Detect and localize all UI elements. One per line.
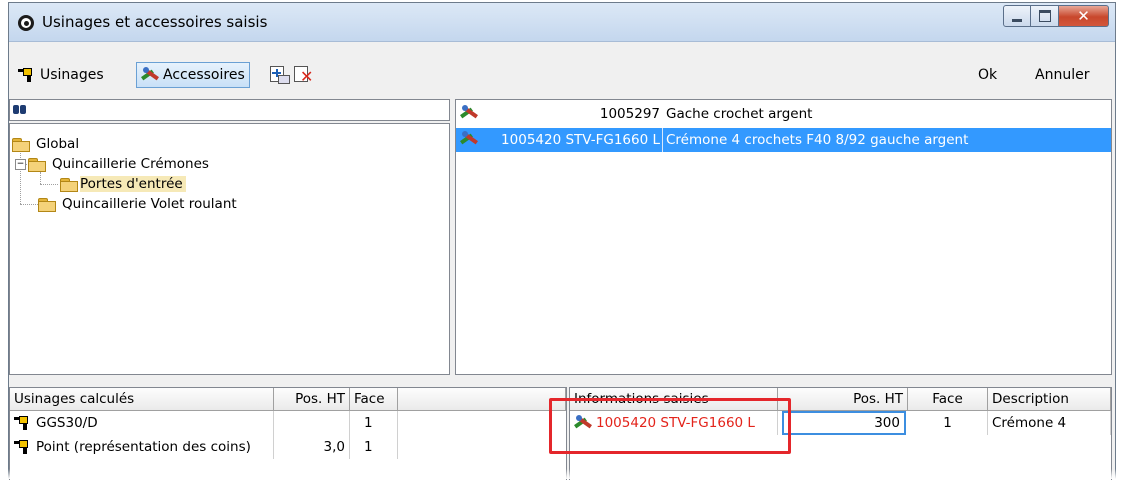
window-controls: ✕ [1003, 5, 1109, 29]
drill-icon [14, 440, 32, 454]
item-description: Crémone 4 crochets F40 8/92 gauche argen… [666, 132, 969, 148]
delete-icon: ✕ [294, 66, 313, 85]
column-header-pos[interactable]: Pos. HT [778, 388, 908, 410]
column-header-usinages[interactable]: Usinages calculés [10, 388, 274, 410]
column-header-face[interactable]: Face [350, 388, 398, 410]
usinage-name: Point (représentation des coins) [36, 439, 251, 455]
cell-face: 1 [350, 435, 398, 459]
column-separator [662, 128, 663, 152]
category-tree: Global − Quincaillerie Crémones Portes d… [9, 123, 450, 375]
list-item[interactable]: 1005297 Gache crochet argent [456, 102, 1111, 126]
grid-header: Usinages calculés Pos. HT Face [10, 388, 566, 411]
cell-name: GGS30/D [10, 411, 274, 435]
cell-name: Point (représentation des coins) [10, 435, 274, 459]
tree-search-box[interactable] [9, 99, 450, 121]
accessory-icon [460, 131, 478, 147]
list-item-selected[interactable]: 1005420 STV-FG1660 L Crémone 4 crochets … [456, 128, 1111, 152]
table-row[interactable]: GGS30/D 1 [10, 411, 566, 435]
close-button[interactable]: ✕ [1059, 5, 1109, 27]
accessory-icon [460, 105, 478, 121]
usinages-button[interactable]: Usinages [18, 62, 104, 88]
minimize-icon [1012, 18, 1022, 22]
cell-pos [274, 411, 350, 435]
item-code: 1005420 STV-FG1660 L [501, 132, 660, 148]
cancel-button[interactable]: Annuler [1035, 62, 1089, 88]
accessoires-label: Accessoires [163, 67, 245, 83]
accessory-icon [141, 67, 159, 83]
column-header-pos[interactable]: Pos. HT [274, 388, 350, 410]
tree-node-global[interactable]: Global [12, 134, 79, 154]
add-button[interactable] [270, 62, 290, 88]
minimize-button[interactable] [1003, 5, 1031, 27]
item-code: 1005297 [599, 106, 660, 122]
maximize-button[interactable] [1031, 5, 1059, 27]
column-header-face[interactable]: Face [908, 388, 988, 410]
cell-pos: 3,0 [274, 435, 350, 459]
title-bar[interactable]: Usinages et accessoires saisis ✕ [9, 3, 1115, 42]
cell-face: 1 [350, 411, 398, 435]
folder-icon [28, 157, 46, 172]
drill-icon [18, 68, 36, 82]
drill-icon [14, 416, 32, 430]
window-title: Usinages et accessoires saisis [42, 13, 268, 31]
binoculars-icon[interactable] [13, 103, 27, 115]
delete-button[interactable]: ✕ [294, 62, 314, 88]
tree-node-cremones[interactable]: Quincaillerie Crémones [28, 154, 209, 174]
close-icon: ✕ [1077, 7, 1090, 25]
cell-description: Crémone 4 [988, 411, 1111, 435]
tree-node-volet-roulant[interactable]: Quincaillerie Volet roulant [38, 194, 237, 214]
folder-icon [38, 197, 56, 212]
pos-edit-field[interactable]: 300 [782, 411, 906, 435]
tree-node-label: Portes d'entrée [80, 176, 186, 192]
column-header-empty[interactable] [398, 388, 566, 410]
usinages-label: Usinages [40, 67, 104, 83]
tree-node-label: Quincaillerie Volet roulant [62, 196, 237, 212]
bottom-fade [0, 469, 1123, 479]
ok-button[interactable]: Ok [978, 62, 997, 88]
add-icon [270, 66, 290, 84]
tree-node-label: Quincaillerie Crémones [52, 156, 209, 172]
usinages-grid: Usinages calculés Pos. HT Face GGS30/D 1… [9, 387, 567, 480]
folder-icon [60, 177, 78, 192]
maximize-icon [1038, 10, 1051, 22]
toolbar: Usinages Accessoires ✕ Ok Annuler [14, 59, 1110, 93]
cell-face: 1 [908, 411, 988, 435]
tree-search-input[interactable] [32, 101, 446, 120]
collapse-toggle[interactable]: − [15, 159, 26, 170]
folder-icon [12, 137, 30, 152]
table-row[interactable]: Point (représentation des coins) 3,0 1 [10, 435, 566, 459]
app-icon [18, 15, 34, 31]
accessoires-button[interactable]: Accessoires [136, 62, 250, 88]
tree-node-portes-entree[interactable]: Portes d'entrée [60, 174, 186, 194]
column-header-description[interactable]: Description [988, 388, 1111, 410]
item-description: Gache crochet argent [666, 106, 813, 122]
usinage-name: GGS30/D [36, 415, 98, 431]
tree-node-label: Global [36, 136, 80, 152]
highlight-annotation [549, 398, 791, 454]
accessory-list: 1005297 Gache crochet argent 1005420 STV… [455, 99, 1112, 375]
